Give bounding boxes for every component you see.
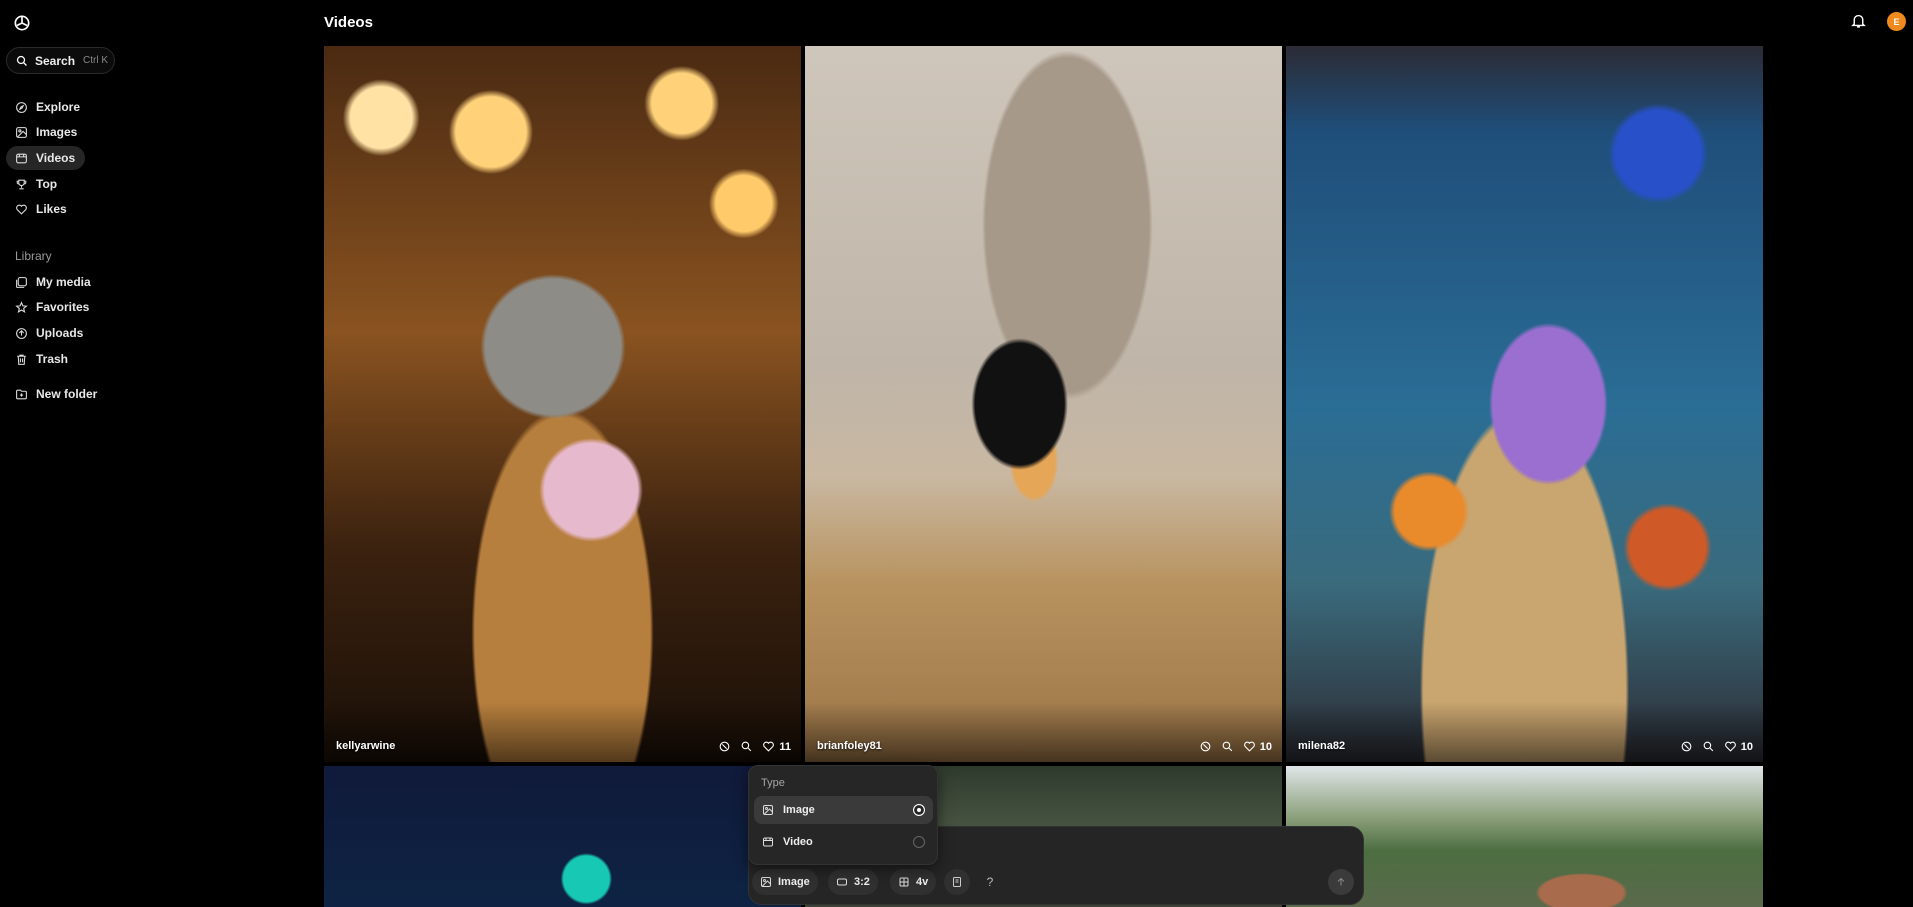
presets-button[interactable] — [944, 869, 970, 895]
upload-icon — [16, 327, 27, 339]
grid-icon — [899, 877, 909, 887]
heart-icon — [763, 741, 775, 752]
sidebar-item-label: Explore — [36, 100, 81, 114]
sidebar-item-label: Likes — [36, 202, 67, 216]
card-shade — [805, 702, 1282, 762]
bell-icon[interactable] — [1850, 12, 1867, 29]
video-card[interactable] — [324, 766, 801, 907]
card-actions: 11 — [718, 740, 791, 753]
search-label: Search — [35, 53, 76, 68]
app-logo-icon[interactable] — [12, 13, 32, 33]
library-heading: Library — [15, 249, 52, 263]
radio-unselected[interactable] — [913, 836, 925, 848]
type-option-video[interactable]: Video — [754, 828, 933, 856]
sidebar-item-favorites[interactable]: Favorites — [6, 295, 99, 319]
like-count: 11 — [779, 740, 791, 753]
heart-icon — [1724, 741, 1736, 752]
search-icon[interactable] — [1702, 740, 1715, 753]
dropdown-header: Type — [761, 777, 785, 789]
aspect-ratio-label: 3:2 — [854, 876, 870, 888]
sidebar-item-top[interactable]: Top — [6, 172, 67, 196]
video-icon — [763, 837, 773, 847]
remix-icon[interactable] — [718, 740, 731, 753]
card-author[interactable]: kellyarwine — [336, 740, 395, 752]
star-icon — [15, 300, 28, 313]
like-button[interactable]: 10 — [1724, 740, 1753, 753]
like-count: 10 — [1740, 740, 1753, 753]
sidebar-item-explore[interactable]: Explore — [6, 95, 90, 119]
sidebar-item-label: Images — [36, 125, 78, 139]
card-actions: 10 — [1680, 740, 1753, 753]
remix-icon[interactable] — [1199, 740, 1212, 753]
avatar[interactable]: E — [1887, 12, 1906, 31]
video-icon — [16, 153, 27, 163]
sidebar-item-label: Top — [36, 177, 58, 191]
search-shortcut: Ctrl K — [83, 55, 109, 66]
sidebar-item-images[interactable]: Images — [6, 120, 87, 144]
video-card[interactable]: milena82 10 — [1286, 46, 1763, 762]
help-button[interactable]: ? — [977, 869, 1003, 895]
book-icon — [953, 877, 961, 887]
sidebar-item-label: Videos — [36, 151, 76, 165]
search-icon[interactable] — [740, 740, 753, 753]
card-author[interactable]: milena82 — [1298, 740, 1345, 752]
image-icon — [761, 877, 771, 887]
folder-plus-icon — [16, 389, 27, 399]
type-option-image[interactable]: Image — [754, 796, 933, 824]
image-icon — [763, 805, 773, 815]
search-icon — [16, 55, 27, 66]
sidebar-item-uploads[interactable]: Uploads — [6, 321, 93, 345]
sidebar-item-my-media[interactable]: My media — [6, 270, 101, 294]
sidebar: Search Ctrl K Explore Images Videos Top … — [0, 0, 300, 907]
card-actions: 10 — [1199, 740, 1272, 753]
card-shade — [1286, 702, 1763, 762]
sidebar-item-label: Trash — [36, 352, 69, 366]
option-label: Image — [783, 804, 815, 816]
like-button[interactable]: 10 — [1243, 740, 1272, 753]
type-button[interactable]: Image — [752, 869, 818, 895]
radio-selected[interactable] — [913, 804, 925, 816]
search-button[interactable]: Search Ctrl K — [6, 47, 115, 74]
like-button[interactable]: 11 — [762, 740, 791, 753]
page-title: Videos — [324, 14, 373, 31]
trash-icon — [17, 354, 26, 365]
search-icon[interactable] — [1221, 740, 1234, 753]
image-icon — [16, 126, 27, 138]
like-count: 10 — [1259, 740, 1272, 753]
video-card[interactable]: kellyarwine 11 — [324, 46, 801, 762]
option-label: Video — [783, 836, 813, 848]
sidebar-item-label: My media — [36, 275, 91, 289]
video-card[interactable]: brianfoley81 10 — [805, 46, 1282, 762]
arrow-up-icon — [1337, 877, 1345, 886]
card-author[interactable]: brianfoley81 — [817, 740, 882, 752]
sidebar-item-label: Uploads — [36, 326, 84, 340]
sidebar-item-trash[interactable]: Trash — [6, 347, 78, 371]
sidebar-item-videos[interactable]: Videos — [6, 146, 86, 170]
trophy-icon — [16, 179, 27, 189]
sidebar-item-likes[interactable]: Likes — [6, 197, 77, 221]
type-dropdown: Type Image Video — [748, 765, 938, 865]
new-folder-label: New folder — [36, 387, 98, 401]
submit-button[interactable] — [1328, 869, 1354, 895]
sidebar-item-label: Favorites — [36, 300, 90, 314]
type-button-label: Image — [778, 876, 810, 888]
heart-icon — [1243, 741, 1255, 752]
variations-button[interactable]: 4v — [890, 869, 937, 895]
aspect-ratio-button[interactable]: 3:2 — [828, 869, 878, 895]
new-folder-button[interactable]: New folder — [6, 382, 107, 406]
compass-icon — [16, 101, 27, 113]
aspect-ratio-icon — [837, 878, 847, 886]
variations-label: 4v — [916, 876, 929, 888]
heart-icon — [16, 204, 27, 215]
media-icon — [16, 276, 27, 288]
card-shade — [324, 702, 801, 762]
remix-icon[interactable] — [1680, 740, 1693, 753]
